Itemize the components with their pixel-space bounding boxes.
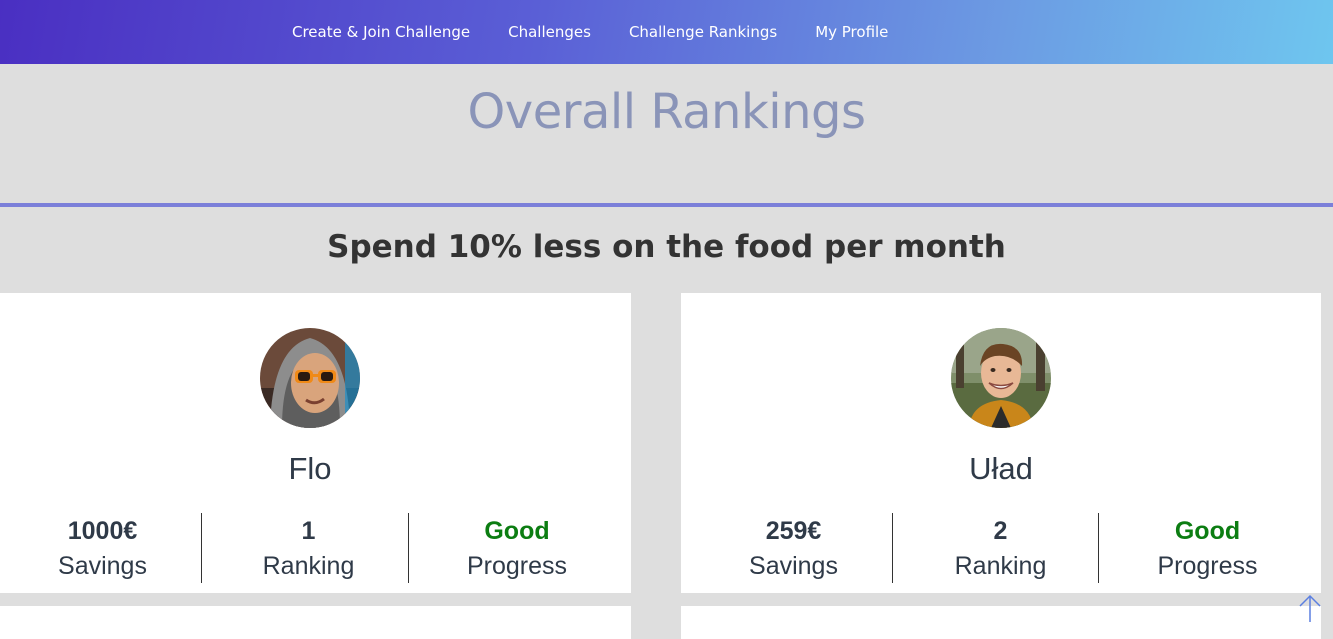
nav-links: Create & Join Challenge Challenges Chall… xyxy=(292,0,888,64)
progress-stat: Good Progress xyxy=(412,513,622,583)
challenge-title: Spend 10% less on the food per month xyxy=(327,229,1006,265)
savings-stat: 259€ Savings xyxy=(681,513,906,583)
progress-label: Progress xyxy=(1157,552,1258,580)
ranking-value: 1 xyxy=(301,517,316,545)
savings-value: 1000€ xyxy=(67,517,138,545)
participant-name: Flo xyxy=(288,451,332,486)
savings-label: Savings xyxy=(58,552,147,580)
stat-separator xyxy=(1098,513,1099,583)
ranking-label: Ranking xyxy=(954,552,1047,580)
stat-separator xyxy=(201,513,202,583)
ranking-stat: 2 Ranking xyxy=(896,513,1105,583)
participant-card: Flo 1000€ Savings 1 Ranking Good Progres… xyxy=(0,293,631,593)
participant-card xyxy=(0,606,631,639)
ranking-stat: 1 Ranking xyxy=(205,513,412,583)
nav-my-profile[interactable]: My Profile xyxy=(815,23,888,41)
participant-card: Uład 259€ Savings 2 Ranking Good Progres… xyxy=(681,293,1321,593)
progress-stat: Good Progress xyxy=(1102,513,1313,583)
participant-card xyxy=(681,606,1321,639)
savings-label: Savings xyxy=(749,552,838,580)
ranking-label: Ranking xyxy=(262,552,355,580)
top-navbar: Create & Join Challenge Challenges Chall… xyxy=(0,0,1333,64)
progress-value: Good xyxy=(484,517,550,545)
stats-row: 259€ Savings 2 Ranking Good Progress xyxy=(681,513,1321,583)
ranking-value: 2 xyxy=(993,517,1008,545)
stats-row: 1000€ Savings 1 Ranking Good Progress xyxy=(0,513,631,583)
stat-separator xyxy=(892,513,893,583)
participant-name: Uład xyxy=(969,451,1033,486)
stat-separator xyxy=(408,513,409,583)
avatar xyxy=(951,328,1051,428)
progress-value: Good xyxy=(1174,517,1241,545)
arrow-up-icon xyxy=(1299,594,1321,622)
savings-stat: 1000€ Savings xyxy=(0,513,205,583)
section-divider xyxy=(0,203,1333,207)
page-title: Overall Rankings xyxy=(467,84,866,140)
avatar xyxy=(260,328,360,428)
nav-challenges[interactable]: Challenges xyxy=(508,23,591,41)
scroll-to-top-button[interactable] xyxy=(1298,594,1322,624)
nav-create-join-challenge[interactable]: Create & Join Challenge xyxy=(292,23,470,41)
progress-label: Progress xyxy=(466,552,568,580)
savings-value: 259€ xyxy=(765,517,822,545)
nav-challenge-rankings[interactable]: Challenge Rankings xyxy=(629,23,777,41)
user-photo-sunglasses-hoodie-icon xyxy=(260,328,360,428)
user-photo-smiling-icon xyxy=(951,328,1051,428)
